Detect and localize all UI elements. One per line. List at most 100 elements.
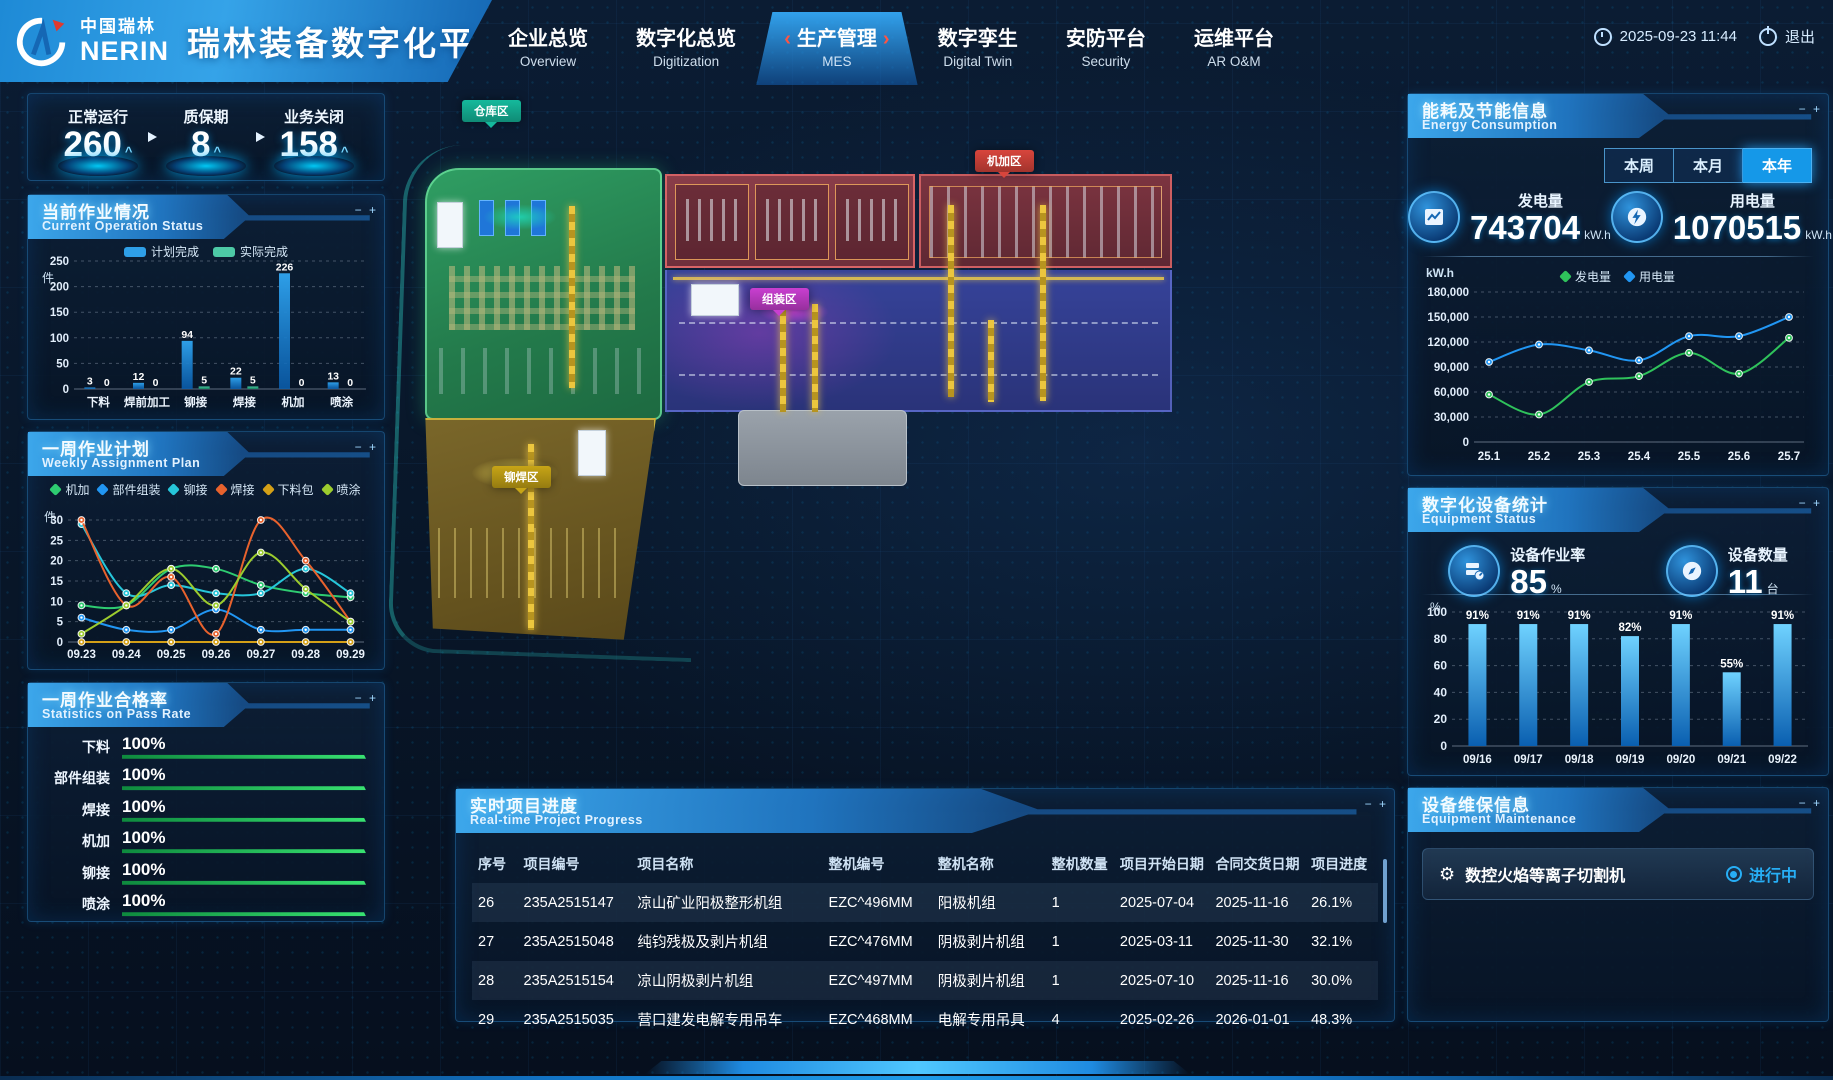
svg-text:25.2: 25.2 xyxy=(1528,451,1550,463)
nav-tab[interactable]: 安防平台Security xyxy=(1054,20,1158,71)
svg-text:80: 80 xyxy=(1434,632,1448,646)
svg-text:94: 94 xyxy=(181,329,193,341)
svg-text:25.3: 25.3 xyxy=(1578,451,1600,463)
bolt-icon xyxy=(1611,191,1663,243)
table-header-row: 序号项目编号项目名称整机编号整机名称整机数量项目开始日期合同交货日期项目进度 xyxy=(472,845,1378,883)
svg-text:焊前加工: 焊前加工 xyxy=(124,395,170,409)
zone-label-assembly: 组装区 xyxy=(750,288,809,310)
svg-text:100: 100 xyxy=(1427,605,1447,619)
energy-tab[interactable]: 本年 xyxy=(1743,148,1812,183)
svg-text:09/18: 09/18 xyxy=(1565,754,1594,766)
svg-text:3: 3 xyxy=(87,375,93,387)
table-scrollbar[interactable] xyxy=(1383,859,1387,923)
svg-text:0: 0 xyxy=(1440,739,1447,753)
table-row[interactable]: 28235A2515154凉山阴极剥片机组EZC^497MM阴极剥片机组1202… xyxy=(472,961,1378,1000)
metric-unit: kW.h xyxy=(1584,228,1611,242)
svg-text:0: 0 xyxy=(104,377,110,389)
svg-text:焊接: 焊接 xyxy=(233,395,256,409)
panel-energy: − + 能耗及节能信息 Energy Consumption 本周本月本年 发电… xyxy=(1407,93,1829,476)
table-row[interactable]: 26235A2515147凉山矿业阳极整形机组EZC^496MM阳极机组1202… xyxy=(472,883,1378,922)
status-dot-icon xyxy=(1726,866,1742,882)
svg-text:226: 226 xyxy=(276,261,294,273)
app-header: 中国瑞林 NERIN 瑞林装备数字化平台 企业总览Overview数字化总览Di… xyxy=(0,0,1833,86)
svg-text:22: 22 xyxy=(230,366,242,378)
svg-text:91%: 91% xyxy=(1466,610,1489,622)
logout-button[interactable]: 退出 xyxy=(1785,26,1815,47)
legend-item[interactable]: 部件组装 xyxy=(98,481,160,498)
svg-text:91%: 91% xyxy=(1568,610,1591,622)
maintenance-item[interactable]: ⚙数控火焰等离子切割机进行中 xyxy=(1422,848,1814,900)
svg-text:09.27: 09.27 xyxy=(246,649,275,661)
table-row[interactable]: 27235A2515048纯钧残极及剥片机组EZC^476MM阴极剥片机组120… xyxy=(472,922,1378,961)
legend-item[interactable]: 铆接 xyxy=(169,481,207,498)
energy-tab[interactable]: 本月 xyxy=(1674,148,1743,183)
metric-unit: kW.h xyxy=(1805,228,1832,242)
svg-text:09/19: 09/19 xyxy=(1616,754,1645,766)
zone-label-machining: 机加区 xyxy=(975,150,1034,172)
legend-item[interactable]: 喷涂 xyxy=(323,481,361,498)
factory-3d-map[interactable]: 仓库区 机加区 组装区 铆焊区 xyxy=(390,88,1400,783)
page-title: 瑞林装备数字化平台 xyxy=(187,17,511,65)
signboard xyxy=(437,202,463,248)
equipment-bar-chart: 02040608010091%09/1691%09/1791%09/1882%0… xyxy=(1416,592,1820,775)
footer-decoration xyxy=(645,1061,1190,1074)
svg-text:0: 0 xyxy=(299,377,305,389)
energy-range-tabs: 本周本月本年 xyxy=(1604,148,1812,183)
svg-text:82%: 82% xyxy=(1618,622,1641,634)
metric-value: 743704 xyxy=(1470,209,1580,246)
svg-text:120,000: 120,000 xyxy=(1427,337,1469,349)
legend-swatch xyxy=(215,483,228,496)
nav-tab[interactable]: 企业总览Overview xyxy=(496,20,600,71)
legend-item[interactable]: 下料包 xyxy=(264,481,314,498)
legend-swatch xyxy=(50,483,63,496)
svg-text:100: 100 xyxy=(50,333,69,345)
nerin-logo-icon xyxy=(14,12,72,70)
svg-text:09/22: 09/22 xyxy=(1768,754,1797,766)
status-badge: 进行中 xyxy=(1726,862,1797,886)
metric-device-count: 设备数量 11台 xyxy=(1666,544,1788,598)
svg-text:09/21: 09/21 xyxy=(1717,754,1746,766)
aisle-line xyxy=(679,322,1158,324)
svg-text:09.25: 09.25 xyxy=(157,649,186,661)
column-header: 项目编号 xyxy=(518,845,632,883)
svg-text:150,000: 150,000 xyxy=(1427,312,1469,324)
panel-status-summary: 正常运行260^质保期8^业务关闭158^ xyxy=(27,93,385,181)
status-stat: 正常运行260^ xyxy=(48,106,148,164)
svg-text:机加: 机加 xyxy=(282,395,305,409)
zone-welding[interactable] xyxy=(408,418,656,642)
svg-text:25.5: 25.5 xyxy=(1678,451,1701,463)
metric-label: 用电量 xyxy=(1673,190,1832,211)
logo-en: NERIN xyxy=(80,38,169,65)
column-header: 项目名称 xyxy=(631,845,822,883)
panel-subtitle: Statistics on Pass Rate xyxy=(42,707,191,721)
dashboard-root: 中国瑞林 NERIN 瑞林装备数字化平台 企业总览Overview数字化总览Di… xyxy=(0,0,1833,1080)
nav-tab[interactable]: 数字化总览Digitization xyxy=(624,20,748,71)
equipment-row xyxy=(439,348,644,394)
signboard xyxy=(578,430,606,476)
svg-text:90,000: 90,000 xyxy=(1434,362,1469,374)
column-header: 序号 xyxy=(472,845,518,883)
zone-warehouse[interactable] xyxy=(425,168,662,420)
nav-tab[interactable]: 运维平台AR O&M xyxy=(1182,20,1286,71)
table-row[interactable]: 29235A2515035营口建发电解专用吊车EZC^468MM电解专用吊具42… xyxy=(472,1000,1378,1039)
svg-text:0: 0 xyxy=(1463,437,1469,449)
svg-text:30,000: 30,000 xyxy=(1434,412,1469,424)
zone-assembly-hall[interactable] xyxy=(665,270,1172,412)
energy-tab[interactable]: 本周 xyxy=(1604,148,1674,183)
datetime: 2025-09-23 11:44 xyxy=(1620,28,1737,45)
legend-item[interactable]: 机加 xyxy=(51,481,89,498)
logout-icon[interactable] xyxy=(1759,28,1777,46)
metric-value: 1070515 xyxy=(1673,209,1801,246)
metric-label: 设备数量 xyxy=(1728,544,1788,565)
svg-text:09.26: 09.26 xyxy=(202,649,231,661)
svg-text:5: 5 xyxy=(250,374,256,386)
column-header: 整机数量 xyxy=(1046,845,1114,883)
svg-text:25.7: 25.7 xyxy=(1778,451,1800,463)
svg-text:0: 0 xyxy=(153,377,159,389)
nav-tab[interactable]: 数字孪生Digital Twin xyxy=(926,20,1030,71)
crane-mast xyxy=(812,304,818,412)
legend-item[interactable]: 焊接 xyxy=(217,481,255,498)
nav-tab[interactable]: 生产管理MES xyxy=(772,20,901,71)
zone-machining-a[interactable] xyxy=(665,174,915,268)
metric-generation: 发电量 743704kW.h xyxy=(1408,190,1611,244)
